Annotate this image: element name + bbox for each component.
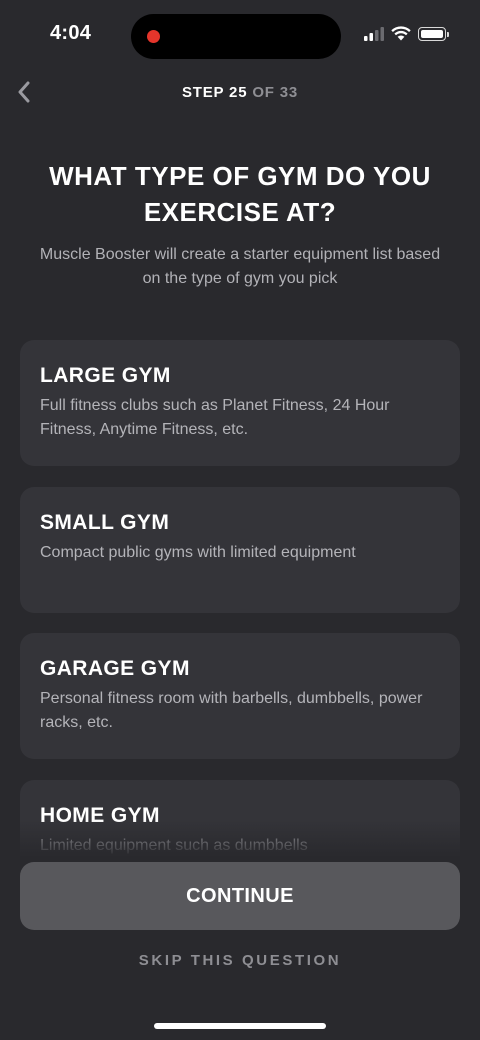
question-title: WHAT TYPE OF GYM DO YOU EXERCISE AT? xyxy=(49,161,431,227)
option-garage-gym[interactable]: GARAGE GYM Personal fitness room with ba… xyxy=(20,633,460,759)
continue-button[interactable]: CONTINUE xyxy=(20,862,460,930)
option-title: HOME GYM xyxy=(40,804,160,827)
wifi-icon xyxy=(391,26,411,41)
step-current: 25 xyxy=(229,84,248,101)
option-description: Limited equipment such as dumbbells xyxy=(40,837,308,854)
step-total: 33 xyxy=(279,84,299,101)
question-subtitle: Muscle Booster will create a starter equ… xyxy=(39,246,441,287)
status-icons xyxy=(364,26,449,41)
skip-question-link[interactable]: SKIP THIS QUESTION xyxy=(0,952,480,969)
status-time: 4:04 xyxy=(50,22,92,44)
option-title: SMALL GYM xyxy=(40,511,170,534)
option-small-gym[interactable]: SMALL GYM Compact public gyms with limit… xyxy=(20,487,460,613)
home-indicator[interactable] xyxy=(154,1023,326,1029)
status-bar: 4:04 xyxy=(0,0,480,72)
cellular-signal-icon xyxy=(364,26,384,41)
dynamic-island xyxy=(131,14,341,59)
step-label: STEP xyxy=(181,84,225,101)
recording-indicator-icon xyxy=(147,30,160,43)
battery-icon xyxy=(418,26,449,41)
option-title: GARAGE GYM xyxy=(40,657,190,680)
step-of: OF xyxy=(252,84,275,101)
option-description: Full fitness clubs such as Planet Fitnes… xyxy=(40,397,390,438)
option-title: LARGE GYM xyxy=(40,364,171,387)
option-description: Compact public gyms with limited equipme… xyxy=(40,544,356,561)
option-large-gym[interactable]: LARGE GYM Full fitness clubs such as Pla… xyxy=(20,340,460,466)
option-description: Personal fitness room with barbells, dum… xyxy=(40,690,423,731)
step-indicator: STEP 25 OF 33 xyxy=(0,84,480,101)
